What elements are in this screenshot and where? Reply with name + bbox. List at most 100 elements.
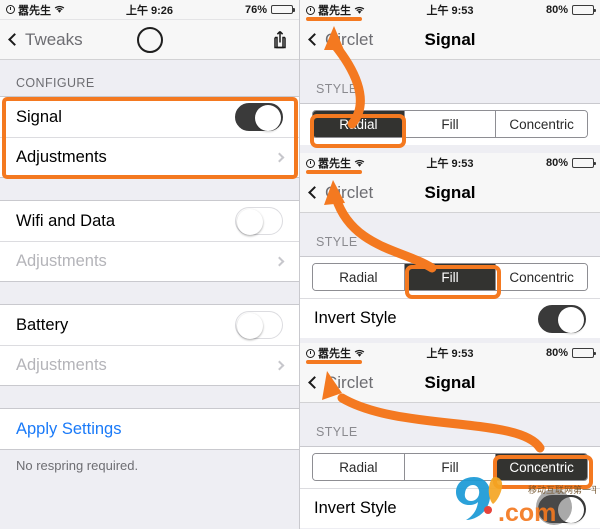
battery-percent-label: 80%: [545, 157, 568, 169]
battery-percent-label: 80%: [545, 347, 568, 359]
row-invert-style[interactable]: Invert Style: [300, 488, 600, 528]
left-phone-panel: 嚣先生 上午 9:26 76% Tweaks CONFIGURE Signal …: [0, 0, 300, 529]
right-panel-concentric: 嚣先生 上午 9:53 80% Circlet Signal STYLE Rad…: [300, 343, 600, 529]
row-wifi-and-data-label: Wifi and Data: [16, 211, 116, 230]
configure-group-3: Battery Adjustments: [0, 304, 299, 386]
back-button-label: Circlet: [325, 29, 374, 49]
back-button-label: Circlet: [325, 182, 374, 202]
alarm-clock-icon: [306, 348, 315, 358]
segment-concentric[interactable]: Concentric: [495, 111, 587, 137]
carrier-label: 嚣先生: [318, 348, 351, 360]
alarm-clock-icon: [6, 5, 15, 14]
style-segmented-control[interactable]: Radial Fill Concentric: [312, 453, 588, 481]
section-header-style: STYLE: [316, 82, 358, 96]
chevron-left-icon: [308, 33, 321, 46]
apply-settings-label: Apply Settings: [16, 419, 122, 438]
row-battery-adjustments-label: Adjustments: [16, 356, 107, 374]
chevron-right-icon: [274, 256, 285, 267]
battery-icon: [572, 5, 596, 15]
right-panel-radial: 嚣先生 上午 9:53 80% Circlet Signal STYLE Rad…: [300, 0, 600, 153]
row-invert-style-label: Invert Style: [314, 499, 397, 517]
share-icon[interactable]: [271, 29, 289, 51]
alarm-clock-icon: [306, 5, 315, 15]
invert-style-toggle[interactable]: [538, 304, 586, 333]
chevron-right-icon: [274, 360, 285, 371]
battery-icon: [572, 348, 596, 358]
carrier-label: 嚣先生: [18, 4, 51, 17]
panel1-nav-bar: Circlet Signal: [300, 20, 600, 60]
style-segmented-control[interactable]: Radial Fill Concentric: [312, 110, 588, 138]
alarm-clock-icon: [306, 158, 315, 168]
chevron-left-icon: [308, 376, 321, 389]
segment-radial[interactable]: Radial: [313, 111, 404, 137]
configure-group-2: Wifi and Data Adjustments: [0, 200, 299, 282]
configure-group-1: Signal Adjustments: [0, 96, 299, 178]
segment-radial[interactable]: Radial: [313, 454, 404, 480]
panel1-status-bar: 嚣先生 上午 9:53 80%: [300, 0, 600, 20]
row-signal[interactable]: Signal: [0, 97, 299, 137]
battery-icon: [572, 158, 596, 168]
row-battery-adjustments[interactable]: Adjustments: [0, 345, 299, 385]
wifi-and-data-toggle[interactable]: [235, 207, 283, 235]
wifi-icon: [354, 159, 365, 168]
status-bar-left: 嚣先生: [6, 2, 65, 18]
chevron-right-icon: [274, 152, 285, 163]
panel2-nav-bar: Circlet Signal: [300, 173, 600, 213]
back-button-circlet[interactable]: Circlet: [308, 182, 374, 203]
right-panel-fill: 嚣先生 上午 9:53 80% Circlet Signal STYLE Rad…: [300, 153, 600, 343]
panel3-status-bar: 嚣先生 上午 9:53 80%: [300, 343, 600, 363]
segment-concentric[interactable]: Concentric: [495, 264, 587, 290]
row-wifi-adjustments-label: Adjustments: [16, 252, 107, 270]
panel3-nav-bar: Circlet Signal: [300, 363, 600, 403]
back-button-tweaks[interactable]: Tweaks: [8, 29, 83, 50]
section-header-configure: CONFIGURE: [16, 76, 95, 90]
invert-style-toggle[interactable]: [538, 494, 586, 523]
right-phone-panels: 嚣先生 上午 9:53 80% Circlet Signal STYLE Rad…: [300, 0, 600, 529]
panel1-segment-wrap: Radial Fill Concentric: [300, 103, 600, 145]
signal-toggle[interactable]: [235, 103, 283, 131]
row-wifi-adjustments[interactable]: Adjustments: [0, 241, 299, 281]
chevron-left-icon: [8, 33, 21, 46]
segment-fill[interactable]: Fill: [403, 454, 496, 480]
row-battery[interactable]: Battery: [0, 305, 299, 345]
panel3-segment-wrap: Radial Fill Concentric: [300, 446, 600, 488]
row-invert-style-label: Invert Style: [314, 309, 397, 327]
row-signal-adjustments[interactable]: Adjustments: [0, 137, 299, 177]
section-header-style: STYLE: [316, 235, 358, 249]
row-battery-label: Battery: [16, 315, 69, 334]
carrier-label: 嚣先生: [318, 5, 351, 17]
row-signal-label: Signal: [16, 107, 62, 126]
back-button-label: Circlet: [325, 372, 374, 392]
wifi-icon: [354, 6, 365, 15]
screenshot-root: 嚣先生 上午 9:26 76% Tweaks CONFIGURE Signal …: [0, 0, 600, 529]
segment-fill[interactable]: Fill: [403, 111, 496, 137]
battery-percent-label: 80%: [545, 4, 568, 16]
wifi-icon: [354, 349, 365, 358]
back-button-circlet[interactable]: Circlet: [308, 372, 374, 393]
respring-footnote: No respring required.: [16, 458, 139, 473]
segment-fill[interactable]: Fill: [403, 264, 496, 290]
left-status-bar: 嚣先生 上午 9:26 76%: [0, 0, 299, 20]
segment-radial[interactable]: Radial: [313, 264, 404, 290]
battery-percent-label: 76%: [244, 3, 267, 16]
apply-group: Apply Settings: [0, 408, 299, 450]
battery-toggle[interactable]: [235, 311, 283, 339]
wifi-icon: [54, 5, 65, 14]
battery-icon: [271, 4, 295, 15]
row-signal-adjustments-label: Adjustments: [16, 148, 107, 166]
carrier-label: 嚣先生: [318, 158, 351, 170]
section-header-style: STYLE: [316, 425, 358, 439]
status-bar-right: 76%: [244, 3, 295, 16]
row-wifi-and-data[interactable]: Wifi and Data: [0, 201, 299, 241]
segment-concentric[interactable]: Concentric: [495, 454, 587, 480]
back-button-circlet[interactable]: Circlet: [308, 29, 374, 50]
apply-settings-button[interactable]: Apply Settings: [0, 409, 299, 449]
left-nav-bar: Tweaks: [0, 20, 299, 60]
back-button-label: Tweaks: [25, 29, 83, 49]
row-invert-style[interactable]: Invert Style: [300, 298, 600, 338]
circle-logo-icon: [136, 26, 163, 53]
panel2-segment-wrap: Radial Fill Concentric: [300, 256, 600, 298]
style-segmented-control[interactable]: Radial Fill Concentric: [312, 263, 588, 291]
panel2-status-bar: 嚣先生 上午 9:53 80%: [300, 153, 600, 173]
chevron-left-icon: [308, 186, 321, 199]
